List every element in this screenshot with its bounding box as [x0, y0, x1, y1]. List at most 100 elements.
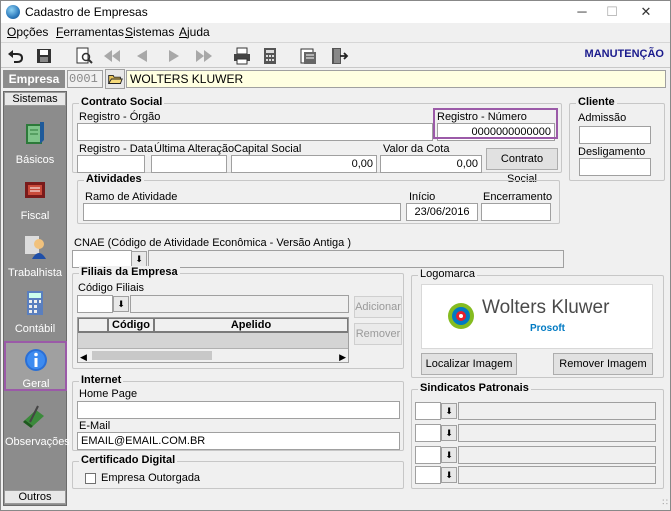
cliente-title: Cliente [576, 96, 617, 108]
empresa-name-field[interactable]: WOLTERS KLUWER [126, 70, 666, 88]
homepage-label: Home Page [79, 388, 138, 400]
window-title: Cadastro de Empresas [25, 5, 148, 19]
remover-imagem-button[interactable]: Remover Imagem [553, 353, 653, 375]
menu-ajuda[interactable]: Ajuda [179, 25, 210, 39]
scroll-right-icon[interactable]: ▶ [339, 349, 346, 362]
codigo-filiais-label: Código Filiais [78, 282, 145, 294]
sindicato-3-code-field[interactable] [415, 446, 441, 464]
sidebar-item-contabil[interactable]: Contábil [5, 285, 65, 339]
ultima-alteracao-field[interactable] [151, 155, 227, 173]
main-panel: Contrato Social Registro - Órgão Registr… [69, 91, 670, 509]
sidebar-item-basicos[interactable]: Básicos [5, 116, 65, 170]
sidebar-item-observacoes[interactable]: Observações [5, 398, 70, 452]
menu-bar: Opções Ferramentas Sistemas Ajuda [1, 23, 670, 41]
localizar-imagem-button[interactable]: Localizar Imagem [421, 353, 517, 375]
first-record-icon[interactable] [101, 46, 123, 66]
inicio-label: Início [409, 191, 436, 203]
empresa-code-field[interactable]: 0001 [67, 70, 103, 88]
previous-record-icon[interactable] [131, 46, 153, 66]
exit-icon[interactable] [327, 46, 349, 66]
open-folder-button[interactable] [105, 69, 125, 89]
fiscal-icon [25, 182, 45, 198]
notes-icon [23, 405, 44, 428]
sidebar-footer-outros[interactable]: Outros [4, 490, 66, 504]
logo-image: Wolters Kluwer Prosoft [421, 284, 653, 349]
remover-filial-button[interactable]: Remover [354, 323, 402, 345]
encerramento-label: Encerramento [483, 191, 553, 203]
calculator-icon [27, 291, 43, 315]
calculator-icon[interactable] [259, 46, 281, 66]
resize-grip[interactable]: ∷ [662, 497, 668, 508]
codigo-filiais-field[interactable] [77, 295, 113, 313]
ramo-atividade-field[interactable] [83, 203, 401, 221]
filiais-dropdown-button[interactable]: ⬇ [113, 296, 129, 312]
folder-icon [107, 74, 123, 84]
sindicato-1-name-field [458, 402, 656, 420]
horizontal-scrollbar[interactable]: ◀ ▶ [78, 348, 348, 362]
sindicato-1-dropdown-button[interactable]: ⬇ [441, 403, 457, 419]
menu-sistemas[interactable]: Sistemas [125, 25, 174, 39]
logo-brand-text: Wolters Kluwer [482, 297, 610, 318]
atividades-title: Atividades [84, 173, 144, 185]
worker-icon [25, 236, 46, 259]
contrato-social-title: Contrato Social [79, 96, 165, 108]
sidebar: Sistemas Básicos Fiscal Trabalhista Cont… [3, 91, 70, 506]
filiais-grid[interactable]: Código Apelido ◀ ▶ [77, 317, 349, 363]
registro-data-label: Registro - Data [79, 143, 153, 155]
sindicato-4-code-field[interactable] [415, 466, 441, 484]
registro-data-field[interactable] [77, 155, 145, 173]
registro-numero-highlight [433, 108, 558, 139]
encerramento-field[interactable] [481, 203, 551, 221]
inicio-field[interactable]: 23/06/2016 [406, 203, 478, 221]
main-window: Cadastro de Empresas ─ ☐ ✕ Opções Ferram… [0, 0, 671, 511]
filiais-title: Filiais da Empresa [79, 266, 180, 278]
valor-cota-field[interactable]: 0,00 [380, 155, 482, 173]
registro-orgao-field[interactable] [77, 123, 433, 141]
cnae-label: CNAE (Código de Atividade Econômica - Ve… [74, 237, 351, 249]
sidebar-item-geral[interactable]: Geral [4, 341, 67, 391]
adicionar-button[interactable]: Adicionar [354, 296, 402, 318]
reports-icon[interactable] [297, 46, 319, 66]
admissao-label: Admissão [578, 112, 627, 124]
contrato-social-button[interactable]: Contrato Social [486, 148, 558, 185]
next-record-icon[interactable] [163, 46, 185, 66]
cnae-dropdown-button[interactable]: ⬇ [131, 251, 147, 267]
sindicato-3-name-field [458, 446, 656, 464]
column-apelido[interactable]: Apelido [154, 318, 348, 332]
sindicato-3-dropdown-button[interactable]: ⬇ [441, 447, 457, 463]
grid-empty-row [78, 332, 348, 348]
registro-orgao-label: Registro - Órgão [79, 111, 161, 123]
app-icon [6, 5, 20, 19]
last-record-icon[interactable] [193, 46, 215, 66]
print-icon[interactable] [231, 46, 253, 66]
capital-social-field[interactable]: 0,00 [231, 155, 377, 173]
maximize-button[interactable]: ☐ [597, 3, 627, 21]
scroll-thumb[interactable] [92, 351, 212, 360]
grid-corner [78, 318, 108, 332]
desligamento-label: Desligamento [578, 146, 646, 158]
sindicato-2-code-field[interactable] [415, 424, 441, 442]
preview-icon[interactable] [73, 46, 95, 66]
sindicatos-title: Sindicatos Patronais [418, 382, 531, 394]
desligamento-field[interactable] [579, 158, 651, 176]
minimize-button[interactable]: ─ [567, 3, 597, 21]
close-button[interactable]: ✕ [631, 3, 661, 21]
save-icon[interactable] [33, 46, 55, 66]
column-codigo[interactable]: Código [108, 318, 154, 332]
email-field[interactable]: EMAIL@EMAIL.COM.BR [77, 432, 400, 450]
admissao-field[interactable] [579, 126, 651, 144]
scroll-left-icon[interactable]: ◀ [80, 349, 87, 362]
sidebar-item-fiscal[interactable]: Fiscal [5, 172, 65, 226]
menu-opcoes[interactable]: Opções [7, 25, 48, 39]
sidebar-item-trabalhista[interactable]: Trabalhista [5, 229, 65, 283]
sidebar-header-sistemas[interactable]: Sistemas [4, 92, 66, 106]
empresa-outorgada-checkbox[interactable] [85, 473, 96, 484]
menu-ferramentas[interactable]: Ferramentas [56, 25, 124, 39]
book-icon [26, 122, 44, 144]
sindicato-2-dropdown-button[interactable]: ⬇ [441, 425, 457, 441]
undo-icon[interactable] [5, 46, 27, 66]
empresa-bar: Empresa 0001 WOLTERS KLUWER [1, 69, 670, 89]
sindicato-1-code-field[interactable] [415, 402, 441, 420]
sindicato-4-dropdown-button[interactable]: ⬇ [441, 467, 457, 483]
homepage-field[interactable] [77, 401, 400, 419]
